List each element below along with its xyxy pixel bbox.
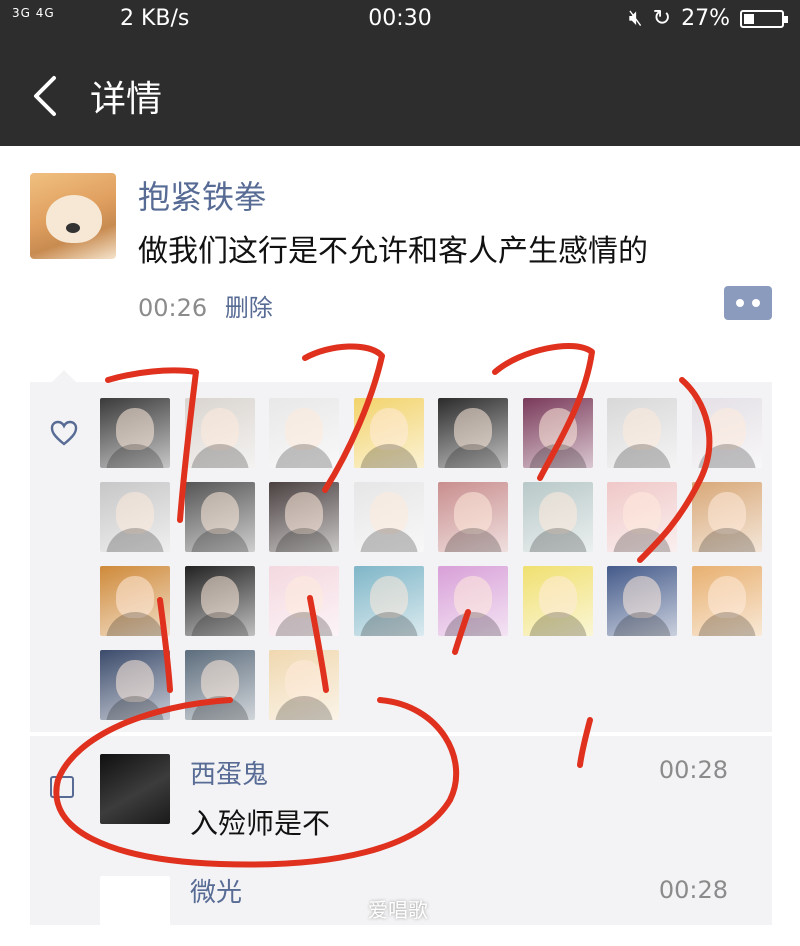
liker-avatar[interactable]	[184, 566, 255, 636]
battery-icon	[740, 9, 788, 28]
avatar-body	[106, 444, 164, 468]
avatar-body	[106, 612, 164, 636]
avatar-body	[613, 444, 671, 468]
comment-button[interactable]	[724, 286, 772, 320]
comment-time: 00:28	[658, 876, 728, 904]
status-bar: 3G 4G 2 KB/s 00:30 🔇︎ ↻ 27%	[0, 0, 800, 40]
battery-percent: 27%	[681, 6, 730, 31]
comment-time: 00:28	[658, 756, 728, 784]
commenter-avatar[interactable]	[100, 754, 170, 824]
liker-avatar[interactable]	[184, 650, 255, 720]
liker-avatar[interactable]	[269, 566, 339, 636]
mute-icon: 🔇︎	[628, 6, 643, 31]
liker-avatar[interactable]	[691, 566, 762, 636]
liker-avatar[interactable]	[522, 398, 593, 468]
avatar-body	[697, 612, 756, 636]
heart-icon	[50, 420, 78, 446]
avatar-body	[613, 612, 671, 636]
avatar-body	[359, 444, 418, 468]
author-name[interactable]: 抱紧铁拳	[138, 172, 266, 218]
liker-avatar[interactable]	[691, 482, 762, 552]
avatar-body	[697, 528, 756, 552]
avatar-body	[190, 528, 249, 552]
delete-link[interactable]: 删除	[225, 294, 273, 322]
liker-avatar[interactable]	[607, 398, 677, 468]
avatar-body	[528, 528, 587, 552]
liker-avatar[interactable]	[438, 398, 508, 468]
liker-avatar[interactable]	[269, 398, 339, 468]
status-right: 🔇︎ ↻ 27%	[628, 6, 788, 31]
liker-avatar[interactable]	[100, 650, 170, 720]
avatar-body	[697, 444, 756, 468]
likes-panel	[30, 370, 772, 732]
avatar-body	[613, 528, 671, 552]
liker-avatar[interactable]	[522, 566, 593, 636]
avatar-body	[106, 528, 164, 552]
liker-avatar[interactable]	[353, 398, 424, 468]
chevron-left-icon	[34, 76, 56, 116]
dot-icon	[736, 299, 744, 307]
dog-nose	[66, 223, 80, 233]
liker-avatar[interactable]	[184, 398, 255, 468]
avatar-body	[190, 696, 249, 720]
post-content: 做我们这行是不允许和客人产生感情的	[138, 234, 648, 269]
dog-face	[46, 195, 102, 243]
author-avatar[interactable]	[30, 173, 116, 259]
avatar-body	[190, 612, 249, 636]
avatar-body	[359, 528, 418, 552]
avatar-body	[359, 612, 418, 636]
comment-text: 入殓师是不	[190, 807, 331, 840]
rotation-lock-icon: ↻	[652, 6, 672, 31]
liker-avatar[interactable]	[353, 566, 424, 636]
liker-avatar[interactable]	[607, 566, 677, 636]
nav-bar: 详情	[0, 56, 800, 136]
avatar-body	[190, 444, 249, 468]
avatar-body	[106, 696, 164, 720]
comment-item[interactable]: 西蛋鬼 入殓师是不 00:28	[30, 736, 772, 872]
liker-avatar[interactable]	[184, 482, 255, 552]
avatar-body	[275, 444, 333, 468]
avatar-body	[275, 696, 333, 720]
avatar-body	[444, 612, 502, 636]
page-title: 详情	[90, 79, 163, 120]
watermark: 爱唱歌	[368, 898, 428, 922]
liker-avatar[interactable]	[607, 482, 677, 552]
commenter-name[interactable]: 西蛋鬼	[190, 754, 268, 791]
liker-avatar[interactable]	[100, 398, 170, 468]
liker-avatar[interactable]	[438, 482, 508, 552]
post-meta: 00:26 删除	[138, 288, 273, 323]
liker-avatar[interactable]	[353, 482, 424, 552]
avatar-body	[444, 444, 502, 468]
liker-avatar[interactable]	[522, 482, 593, 552]
back-button[interactable]	[24, 66, 68, 126]
avatar-body	[275, 612, 333, 636]
dot-icon	[752, 299, 760, 307]
avatar-body	[528, 612, 587, 636]
comment-icon	[50, 776, 74, 798]
post-time: 00:26	[138, 294, 208, 322]
liker-avatar[interactable]	[269, 650, 339, 720]
liker-avatar[interactable]	[438, 566, 508, 636]
avatar-body	[275, 528, 333, 552]
top-bar: 3G 4G 2 KB/s 00:30 🔇︎ ↻ 27% 详情	[0, 0, 800, 146]
commenter-name[interactable]: 微光	[190, 872, 242, 909]
liker-avatar[interactable]	[269, 482, 339, 552]
commenter-avatar[interactable]	[100, 876, 170, 946]
liker-avatar[interactable]	[100, 482, 170, 552]
avatar-body	[528, 444, 587, 468]
avatar-body	[444, 528, 502, 552]
liker-avatar[interactable]	[691, 398, 762, 468]
liker-avatar[interactable]	[100, 566, 170, 636]
